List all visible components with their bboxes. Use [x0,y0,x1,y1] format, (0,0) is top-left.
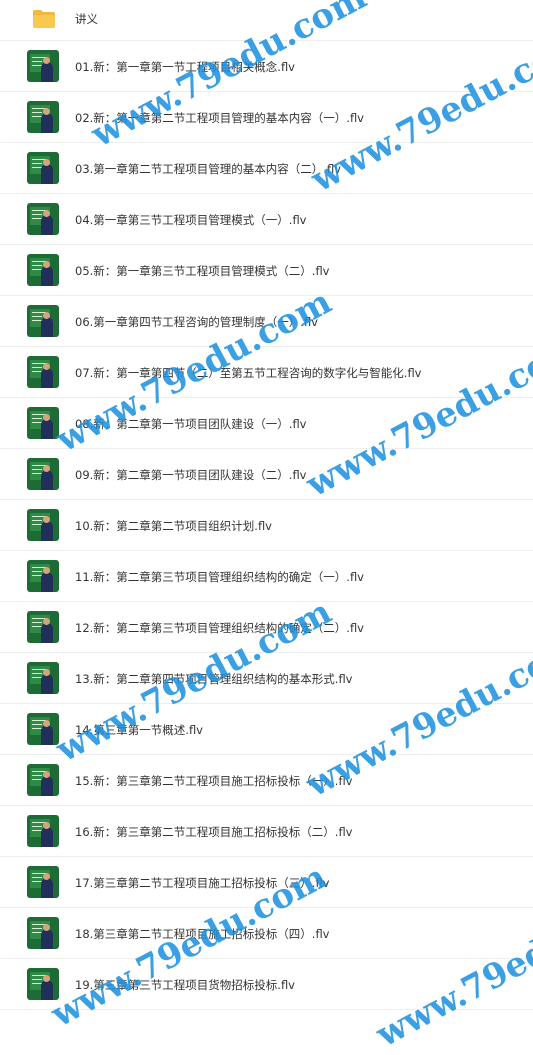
video-thumbnail [27,152,59,184]
file-row[interactable]: 17.第三章第二节工程项目施工招标投标（三）.flv [0,857,533,908]
file-row[interactable]: 13.新：第二章第四节项目管理组织结构的基本形式.flv [0,653,533,704]
file-name: 05.新：第一章第三节工程项目管理模式（二）.flv [75,264,330,278]
file-row[interactable]: 11.新：第二章第三节项目管理组织结构的确定（一）.flv [0,551,533,602]
video-thumbnail [27,611,59,643]
video-thumbnail [27,917,59,949]
file-name: 16.新：第三章第二节工程项目施工招标投标（二）.flv [75,825,353,839]
video-thumbnail [27,713,59,745]
file-list: 讲义 01.新：第一章第一节工程项目相关概念.flv 02.新：第一章第二节工程项… [0,0,533,1010]
file-row[interactable]: 19.第三章第三节工程项目货物招标投标.flv [0,959,533,1010]
folder-icon [33,10,55,28]
video-thumbnail [27,815,59,847]
file-name: 15.新：第三章第二节工程项目施工招标投标（一）.flv [75,774,353,788]
file-name: 09.新：第二章第一节项目团队建设（二）.flv [75,468,307,482]
file-row[interactable]: 05.新：第一章第三节工程项目管理模式（二）.flv [0,245,533,296]
file-name: 02.新：第一章第二节工程项目管理的基本内容（一）.flv [75,111,364,125]
video-thumbnail [27,254,59,286]
video-thumbnail [27,866,59,898]
file-row[interactable]: 12.新：第二章第三节项目管理组织结构的确定（二）.flv [0,602,533,653]
video-thumbnail [27,305,59,337]
file-name: 01.新：第一章第一节工程项目相关概念.flv [75,60,295,74]
file-name: 11.新：第二章第三节项目管理组织结构的确定（一）.flv [75,570,364,584]
video-thumbnail [27,203,59,235]
file-row[interactable]: 01.新：第一章第一节工程项目相关概念.flv [0,41,533,92]
folder-row[interactable]: 讲义 [0,0,533,41]
video-thumbnail [27,50,59,82]
file-name: 14.第三章第一节概述.flv [75,723,203,737]
file-row[interactable]: 10.新：第二章第二节项目组织计划.flv [0,500,533,551]
video-thumbnail [27,509,59,541]
file-name: 18.第三章第二节工程项目施工招标投标（四）.flv [75,927,330,941]
file-row[interactable]: 16.新：第三章第二节工程项目施工招标投标（二）.flv [0,806,533,857]
video-thumbnail [27,968,59,1000]
file-row[interactable]: 02.新：第一章第二节工程项目管理的基本内容（一）.flv [0,92,533,143]
video-thumbnail [27,764,59,796]
file-name: 17.第三章第二节工程项目施工招标投标（三）.flv [75,876,330,890]
file-name: 04.第一章第三节工程项目管理模式（一）.flv [75,213,307,227]
file-row[interactable]: 08.新：第二章第一节项目团队建设（一）.flv [0,398,533,449]
file-name: 07.新：第一章第四节（二）至第五节工程咨询的数字化与智能化.flv [75,366,422,380]
file-row[interactable]: 15.新：第三章第二节工程项目施工招标投标（一）.flv [0,755,533,806]
file-row[interactable]: 18.第三章第二节工程项目施工招标投标（四）.flv [0,908,533,959]
video-thumbnail [27,560,59,592]
file-name: 03.第一章第二节工程项目管理的基本内容（二）.flv [75,162,341,176]
file-row[interactable]: 09.新：第二章第一节项目团队建设（二）.flv [0,449,533,500]
file-row[interactable]: 06.第一章第四节工程咨询的管理制度（一）.flv [0,296,533,347]
folder-label: 讲义 [75,12,98,26]
video-thumbnail [27,458,59,490]
video-thumbnail [27,662,59,694]
file-row[interactable]: 03.第一章第二节工程项目管理的基本内容（二）.flv [0,143,533,194]
file-name: 08.新：第二章第一节项目团队建设（一）.flv [75,417,307,431]
file-name: 10.新：第二章第二节项目组织计划.flv [75,519,272,533]
file-name: 12.新：第二章第三节项目管理组织结构的确定（二）.flv [75,621,364,635]
file-row[interactable]: 14.第三章第一节概述.flv [0,704,533,755]
file-name: 13.新：第二章第四节项目管理组织结构的基本形式.flv [75,672,353,686]
file-row[interactable]: 07.新：第一章第四节（二）至第五节工程咨询的数字化与智能化.flv [0,347,533,398]
video-thumbnail [27,101,59,133]
file-row[interactable]: 04.第一章第三节工程项目管理模式（一）.flv [0,194,533,245]
file-name: 19.第三章第三节工程项目货物招标投标.flv [75,978,295,992]
video-thumbnail [27,407,59,439]
file-name: 06.第一章第四节工程咨询的管理制度（一）.flv [75,315,318,329]
video-thumbnail [27,356,59,388]
